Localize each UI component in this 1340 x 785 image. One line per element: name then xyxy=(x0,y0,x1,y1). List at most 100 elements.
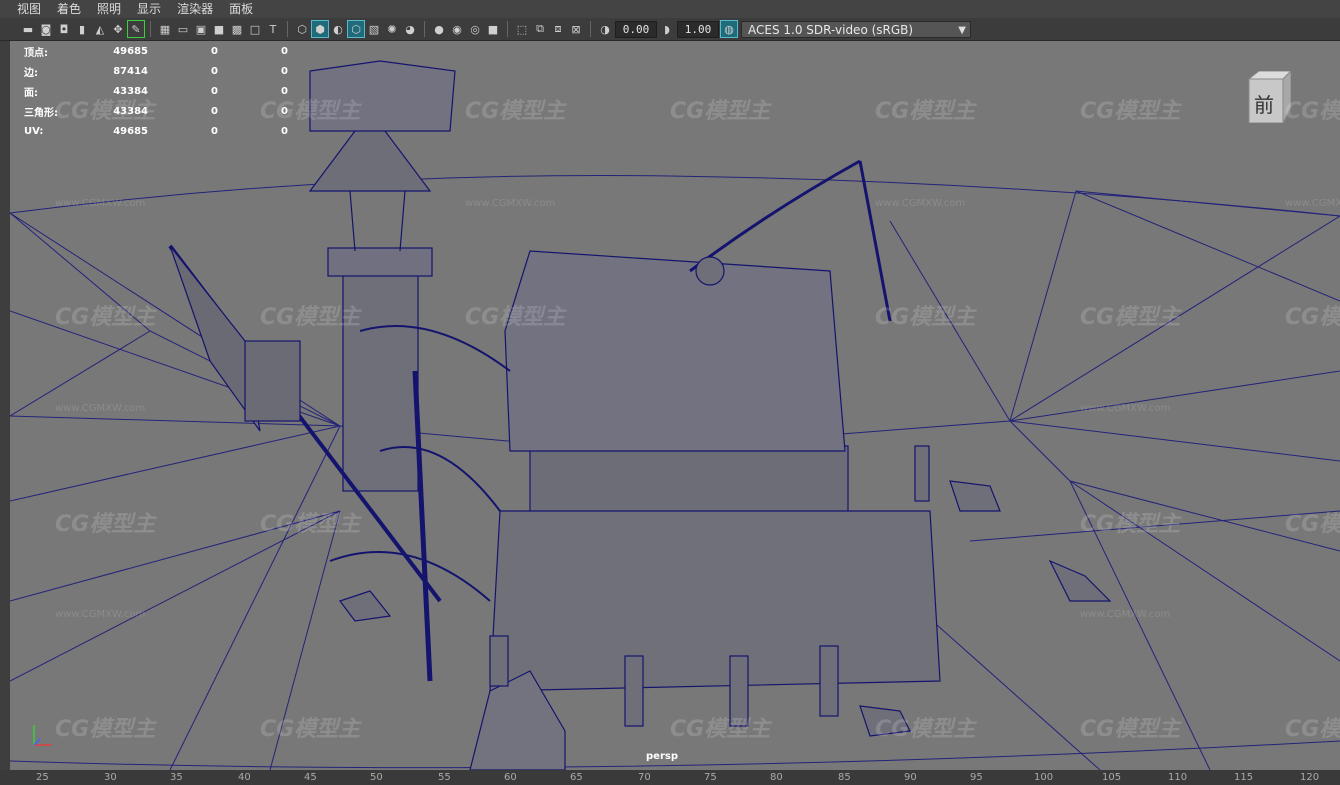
hud-row-edges: 边: 87414 0 0 xyxy=(24,61,288,81)
motion-blur-icon[interactable]: ◉ xyxy=(449,21,465,37)
menu-lighting[interactable]: 照明 xyxy=(89,0,129,18)
watermark: CG模型主 xyxy=(260,305,361,330)
shadows-icon[interactable]: ◕ xyxy=(402,21,418,37)
viewport-toolbar: ▬ ◙ ◘ ▮ ◭ ✥ ✎ ▦ ▭ ▣ ■ ▩ □ T ⬡ ⬢ ◐ ⬡ ▧ ✺ … xyxy=(0,18,1340,41)
watermark: CG模型主 xyxy=(260,512,361,537)
menu-panels[interactable]: 面板 xyxy=(221,0,261,18)
antialias-icon[interactable]: ◎ xyxy=(467,21,483,37)
axis-gizmo-icon xyxy=(33,725,52,746)
xray-active-icon[interactable]: ⧈ xyxy=(550,21,566,37)
watermark: CG模型主 xyxy=(670,717,771,742)
ruler-tick: 105 xyxy=(1102,772,1122,783)
color-space-dropdown[interactable]: ACES 1.0 SDR-video (sRGB) ▼ xyxy=(741,20,971,38)
ruler-tick: 100 xyxy=(1034,772,1054,783)
watermark-url: www.CGMXW.com xyxy=(55,198,146,209)
default-material-icon[interactable]: ◐ xyxy=(330,21,346,37)
camera-name-label: persp xyxy=(646,751,678,762)
ambient-occlusion-icon[interactable]: ● xyxy=(431,21,447,37)
grid-icon[interactable]: ▦ xyxy=(157,21,173,37)
hud-component: 0 xyxy=(281,65,288,77)
watermark: CG模型主 xyxy=(465,305,566,330)
hud-count: 87414 xyxy=(113,65,148,77)
wireframe-icon[interactable]: ⬡ xyxy=(294,21,310,37)
time-ruler[interactable]: 25 30 35 40 45 50 55 60 65 70 75 80 85 9… xyxy=(0,770,1340,785)
menu-shading[interactable]: 着色 xyxy=(49,0,89,18)
ruler-tick: 35 xyxy=(170,772,183,783)
wireframe-on-shaded-icon[interactable]: ⬡ xyxy=(347,20,365,38)
backface-icon[interactable]: ⊠ xyxy=(568,21,584,37)
ruler-tick: 45 xyxy=(304,772,317,783)
smooth-shade-icon[interactable]: ⬢ xyxy=(311,20,329,38)
watermark-url: www.CGMXW.com xyxy=(55,403,146,414)
toolbar-separator xyxy=(150,21,151,37)
watermark: CG模型主 xyxy=(1080,512,1181,537)
camera-attr-icon[interactable]: ◙ xyxy=(38,21,54,37)
grease-pencil-icon[interactable]: ✎ xyxy=(127,20,145,38)
ruler-tick: 55 xyxy=(438,772,451,783)
hud-component: 0 xyxy=(281,45,288,57)
exposure-field[interactable]: 0.00 xyxy=(615,20,657,38)
2d-pan-icon[interactable]: ✥ xyxy=(110,21,126,37)
watermark: CG模型主 xyxy=(670,99,771,124)
toolbar-separator xyxy=(424,21,425,37)
exposure-icon[interactable]: ◑ xyxy=(597,21,613,37)
poly-count-hud: 顶点: 49685 0 0 边: 87414 0 0 面: 43384 0 0 … xyxy=(24,41,288,141)
3d-viewport[interactable]: 顶点: 49685 0 0 边: 87414 0 0 面: 43384 0 0 … xyxy=(10,41,1340,770)
hud-selected: 0 xyxy=(211,45,218,57)
gamma-icon[interactable]: ◗ xyxy=(659,21,675,37)
watermark: CG模型主 xyxy=(55,512,156,537)
resolution-gate-icon[interactable]: ▣ xyxy=(193,21,209,37)
watermark: CG模型主 xyxy=(1080,305,1181,330)
ruler-tick: 70 xyxy=(638,772,651,783)
use-lights-icon[interactable]: ✺ xyxy=(384,21,400,37)
ruler-tick: 25 xyxy=(36,772,49,783)
ruler-tick: 75 xyxy=(704,772,717,783)
safe-action-icon[interactable]: □ xyxy=(247,21,263,37)
ruler-tick: 95 xyxy=(970,772,983,783)
hud-count: 49685 xyxy=(113,45,148,57)
hud-selected: 0 xyxy=(211,125,218,137)
watermark-url: www.CGMXW.com xyxy=(1080,609,1171,620)
watermark: CG模型主 xyxy=(1285,99,1340,124)
xray-icon[interactable]: ▧ xyxy=(366,21,382,37)
camera-select-icon[interactable]: ▬ xyxy=(20,21,36,37)
image-plane-icon[interactable]: ◭ xyxy=(92,21,108,37)
ruler-tick: 85 xyxy=(838,772,851,783)
watermark: CG模型主 xyxy=(875,99,976,124)
hud-label: 顶点: xyxy=(24,47,48,59)
ruler-tick: 40 xyxy=(238,772,251,783)
watermark-url: www.CGMXW.com xyxy=(55,609,146,620)
chevron-down-icon: ▼ xyxy=(958,24,966,36)
watermark-url: www.CGMXW.com xyxy=(1285,198,1340,209)
hud-row-vertices: 顶点: 49685 0 0 xyxy=(24,41,288,61)
camera-lock-icon[interactable]: ◘ xyxy=(56,21,72,37)
toolbar-separator xyxy=(287,21,288,37)
ruler-tick: 80 xyxy=(770,772,783,783)
watermark: CG模型主 xyxy=(1285,512,1340,537)
ruler-tick: 115 xyxy=(1234,772,1254,783)
film-gate-icon[interactable]: ▭ xyxy=(175,21,191,37)
depth-of-field-icon[interactable]: ■ xyxy=(485,21,501,37)
xray-joints-icon[interactable]: ⧉ xyxy=(532,21,548,37)
bookmark-icon[interactable]: ▮ xyxy=(74,21,90,37)
isolate-select-icon[interactable]: ⬚ xyxy=(514,21,530,37)
color-management-icon[interactable]: ◍ xyxy=(720,20,738,38)
color-space-label: ACES 1.0 SDR-video (sRGB) xyxy=(748,22,914,37)
watermark: CG模型主 xyxy=(55,99,156,124)
left-gutter xyxy=(0,41,10,770)
ruler-tick: 120 xyxy=(1300,772,1320,783)
watermark: CG模型主 xyxy=(1080,99,1181,124)
safe-title-icon[interactable]: T xyxy=(265,21,281,37)
menu-show[interactable]: 显示 xyxy=(129,0,169,18)
gate-mask-icon[interactable]: ■ xyxy=(211,21,227,37)
ruler-tick: 65 xyxy=(570,772,583,783)
menu-renderer[interactable]: 渲染器 xyxy=(169,0,221,18)
gamma-field[interactable]: 1.00 xyxy=(677,20,719,38)
menu-view[interactable]: 视图 xyxy=(0,0,49,18)
watermark: CG模型主 xyxy=(1285,717,1340,742)
watermark: CG模型主 xyxy=(55,717,156,742)
view-cube-face-label: 前 xyxy=(1254,93,1274,117)
watermark: CG模型主 xyxy=(465,99,566,124)
ruler-tick: 50 xyxy=(370,772,383,783)
field-chart-icon[interactable]: ▩ xyxy=(229,21,245,37)
